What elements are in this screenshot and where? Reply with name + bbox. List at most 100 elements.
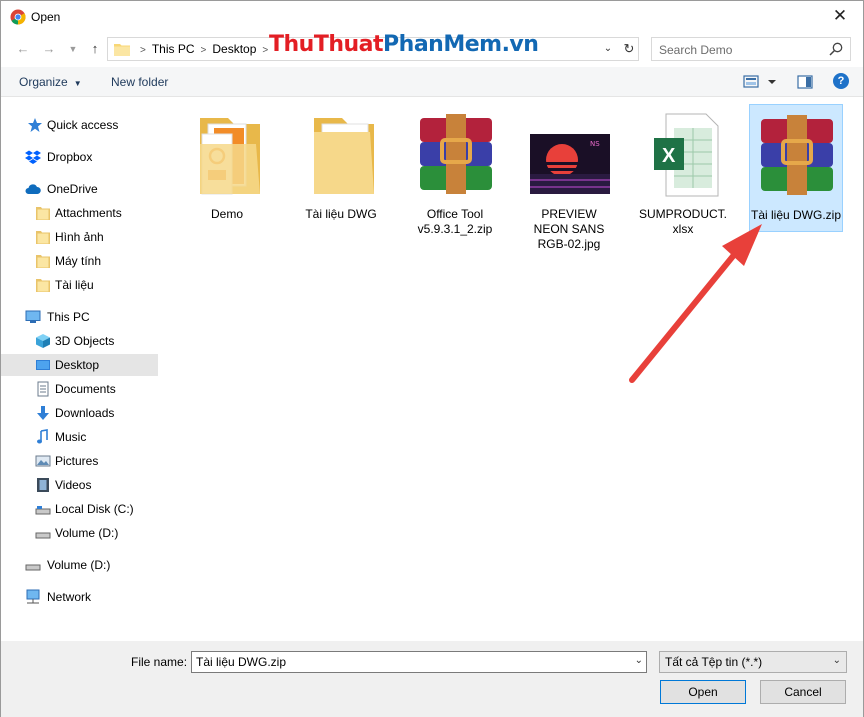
sidebar-item-local-disk-c[interactable]: Local Disk (C:) bbox=[1, 498, 158, 520]
network-icon bbox=[26, 589, 40, 604]
file-list: Demo Tài liệu DWG Office Tool v5.9.3.1_2… bbox=[159, 98, 863, 641]
pictures-icon bbox=[35, 455, 51, 467]
file-item-preview-neon-jpg[interactable]: NS PREVIEW NEON SANS RGB-02.jpg bbox=[523, 104, 617, 251]
sidebar-item-network[interactable]: Network bbox=[1, 586, 158, 608]
sidebar-item-volume-d[interactable]: Volume (D:) bbox=[1, 522, 158, 544]
file-item-tai-lieu-dwg-folder[interactable]: Tài liệu DWG bbox=[295, 104, 389, 232]
file-name: PREVIEW NEON SANS RGB-02.jpg bbox=[533, 207, 605, 251]
file-name-value: Tài liệu DWG.zip bbox=[196, 655, 287, 669]
drive-icon bbox=[35, 506, 51, 515]
file-name: Office Tool v5.9.3.1_2.zip bbox=[417, 207, 493, 236]
breadcrumb-separator-icon: > bbox=[140, 45, 146, 56]
file-name: SUMPRODUCT.xlsx bbox=[638, 207, 727, 236]
winrar-archive-icon bbox=[420, 114, 492, 194]
command-bar: Organize ▼ New folder ? bbox=[1, 67, 863, 97]
chevron-down-icon: ⌄ bbox=[832, 655, 841, 666]
title-bar: Open ✕ bbox=[1, 1, 863, 32]
winrar-archive-icon bbox=[761, 115, 833, 195]
sidebar-item-music[interactable]: Music bbox=[1, 426, 158, 448]
window-title: Open bbox=[31, 10, 61, 24]
cube-icon bbox=[36, 334, 50, 348]
drive-icon bbox=[35, 532, 51, 539]
chevron-down-icon[interactable]: ⌄ bbox=[635, 655, 643, 666]
sidebar-item-tai-lieu[interactable]: Tài liệu bbox=[1, 274, 158, 296]
sidebar-item-pictures[interactable]: Pictures bbox=[1, 450, 158, 472]
dropbox-icon bbox=[25, 150, 41, 164]
sidebar-item-desktop[interactable]: Desktop bbox=[1, 354, 158, 376]
svg-text:X: X bbox=[662, 145, 676, 167]
close-button[interactable]: ✕ bbox=[817, 1, 863, 32]
folder-icon bbox=[114, 44, 130, 56]
file-name-label: File name: bbox=[131, 655, 188, 669]
svg-text:NS: NS bbox=[590, 140, 600, 148]
chrome-icon bbox=[10, 9, 26, 25]
sidebar-item-volume-d-root[interactable]: Volume (D:) bbox=[1, 554, 158, 576]
folder-pdf-icon bbox=[200, 118, 260, 195]
cloud-icon bbox=[25, 184, 41, 194]
search-box[interactable]: Search Demo bbox=[651, 37, 851, 61]
open-dialog: Open ✕ ← → ▼ ↑ > This PC > Desktop > ⌄ ↻ Thu… bbox=[0, 0, 864, 717]
folder-icon bbox=[314, 118, 374, 194]
breadcrumb-this-pc[interactable]: This PC bbox=[152, 42, 195, 56]
image-thumbnail-icon: NS bbox=[530, 134, 610, 194]
sidebar-item-hinh-anh[interactable]: Hình ảnh bbox=[1, 226, 158, 248]
file-name-input[interactable]: Tài liệu DWG.zip ⌄ bbox=[191, 651, 647, 673]
watermark-logo: ThuThuatPhanMem.vn bbox=[269, 32, 539, 57]
up-arrow-icon[interactable]: ↑ bbox=[85, 40, 105, 58]
file-name: Tài liệu DWG.zip bbox=[750, 208, 842, 222]
file-item-sumproduct-xlsx[interactable]: X SUMPRODUCT.xlsx bbox=[637, 104, 731, 236]
chevron-down-icon[interactable]: ⌄ bbox=[600, 41, 616, 57]
pc-icon bbox=[25, 310, 41, 323]
file-name-bar: File name: Tài liệu DWG.zip ⌄ Tất cả Tệp… bbox=[1, 641, 863, 717]
sidebar-item-onedrive[interactable]: OneDrive bbox=[1, 178, 158, 200]
file-item-office-tool-zip[interactable]: Office Tool v5.9.3.1_2.zip bbox=[409, 104, 503, 236]
sidebar-item-downloads[interactable]: Downloads bbox=[1, 402, 158, 424]
organize-button[interactable]: Organize ▼ bbox=[19, 75, 82, 89]
file-name: Tài liệu DWG bbox=[305, 207, 377, 221]
sidebar-item-may-tinh[interactable]: Máy tính bbox=[1, 250, 158, 272]
breadcrumb-separator-icon: > bbox=[262, 45, 269, 56]
breadcrumb: > This PC > Desktop > bbox=[134, 42, 274, 56]
forward-arrow-icon[interactable]: → bbox=[39, 40, 59, 58]
sidebar-item-videos[interactable]: Videos bbox=[1, 474, 158, 496]
file-item-demo[interactable]: Demo bbox=[181, 104, 275, 232]
search-placeholder: Search Demo bbox=[659, 43, 733, 57]
change-view-icon[interactable] bbox=[743, 74, 777, 90]
breadcrumb-separator-icon: > bbox=[200, 45, 207, 56]
file-item-tai-lieu-dwg-zip[interactable]: Tài liệu DWG.zip bbox=[749, 104, 843, 232]
sidebar-item-quick-access[interactable]: Quick access bbox=[1, 114, 158, 136]
documents-icon bbox=[37, 381, 49, 397]
sidebar-item-3d-objects[interactable]: 3D Objects bbox=[1, 330, 158, 352]
file-type-value: Tất cả Tệp tin (*.*) bbox=[665, 655, 763, 669]
music-icon bbox=[37, 429, 48, 444]
sidebar-item-documents[interactable]: Documents bbox=[1, 378, 158, 400]
help-button[interactable]: ? bbox=[833, 73, 849, 89]
search-icon bbox=[829, 42, 843, 56]
recent-chevron-icon[interactable]: ▼ bbox=[63, 40, 83, 58]
videos-icon bbox=[37, 478, 49, 492]
folder-icon bbox=[36, 255, 50, 268]
breadcrumb-desktop[interactable]: Desktop bbox=[212, 42, 256, 56]
folder-icon bbox=[36, 279, 50, 292]
sidebar-item-attachments[interactable]: Attachments bbox=[1, 202, 158, 224]
file-name: Demo bbox=[210, 207, 243, 221]
chevron-down-icon: ▼ bbox=[73, 79, 82, 88]
excel-file-icon: X bbox=[654, 113, 719, 197]
preview-pane-icon[interactable] bbox=[797, 74, 813, 90]
download-icon bbox=[37, 406, 49, 420]
file-type-select[interactable]: Tất cả Tệp tin (*.*) ⌄ bbox=[659, 651, 847, 673]
back-arrow-icon[interactable]: ← bbox=[13, 40, 33, 58]
navigation-pane: Quick access Dropbox OneDrive Attachment… bbox=[1, 98, 158, 641]
address-row: ← → ▼ ↑ > This PC > Desktop > ⌄ ↻ ThuThuatPh… bbox=[1, 32, 863, 66]
drive-icon bbox=[25, 564, 41, 571]
cancel-button[interactable]: Cancel bbox=[760, 680, 846, 704]
star-icon bbox=[28, 118, 42, 132]
open-button[interactable]: Open bbox=[660, 680, 746, 704]
folder-icon bbox=[36, 231, 50, 244]
folder-icon bbox=[36, 207, 50, 220]
sidebar-item-dropbox[interactable]: Dropbox bbox=[1, 146, 158, 168]
refresh-icon[interactable]: ↻ bbox=[620, 40, 638, 58]
desktop-icon bbox=[36, 360, 50, 370]
new-folder-button[interactable]: New folder bbox=[111, 75, 168, 89]
sidebar-item-this-pc[interactable]: This PC bbox=[1, 306, 158, 328]
